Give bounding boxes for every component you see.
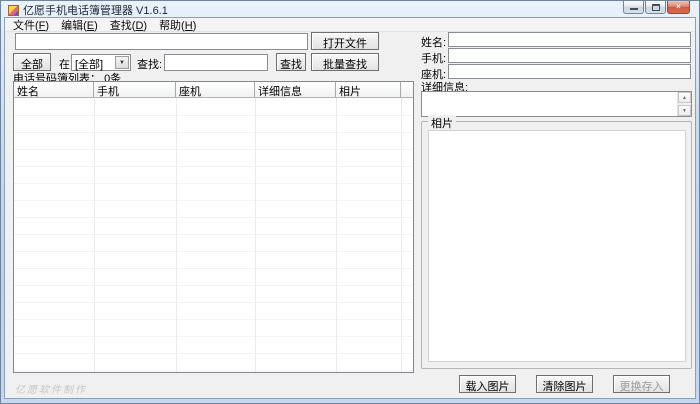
scroll-down-icon[interactable]: ▼: [678, 105, 691, 116]
mobile-label: 手机:: [421, 50, 446, 66]
row-gridline: [14, 217, 413, 218]
table-body[interactable]: [14, 98, 413, 372]
load-image-button[interactable]: 载入图片: [459, 375, 516, 393]
row-gridline: [14, 370, 413, 371]
client-area: 文件(F)编辑(E)查找(D)帮助(H) 打开文件 全部 在 [全部] ▼ 查找…: [4, 17, 696, 399]
find-label: 查找:: [137, 56, 162, 72]
column-gridline: [176, 98, 177, 372]
minimize-icon: [630, 8, 638, 10]
name-input[interactable]: [448, 32, 691, 47]
photo-group-label: 相片: [428, 115, 456, 131]
search-scope-select[interactable]: [全部] ▼: [71, 54, 131, 71]
row-gridline: [14, 200, 413, 201]
table-header-row: 姓名手机座机详细信息相片: [14, 82, 413, 98]
detail-info-box: ▲ ▼: [421, 91, 692, 117]
column-gridline: [94, 98, 95, 372]
column-gridline: [336, 98, 337, 372]
app-icon: [8, 5, 19, 16]
row-gridline: [14, 234, 413, 235]
app-window: 亿愿手机电话簿管理器 V1.6.1 × 文件(F)编辑(E)查找(D)帮助(H)…: [0, 0, 700, 404]
maximize-icon: [652, 4, 660, 11]
watermark-text: 亿愿软件制作: [15, 381, 87, 396]
row-gridline: [14, 166, 413, 167]
column-gridline: [255, 98, 256, 372]
title-bar[interactable]: 亿愿手机电话簿管理器 V1.6.1: [1, 1, 699, 17]
close-icon: ×: [676, 3, 681, 11]
row-gridline: [14, 132, 413, 133]
column-header[interactable]: 相片: [336, 82, 401, 97]
minimize-button[interactable]: [623, 1, 644, 14]
row-gridline: [14, 285, 413, 286]
mobile-input[interactable]: [448, 48, 691, 63]
open-file-button[interactable]: 打开文件: [311, 32, 379, 50]
photo-groupbox: 相片: [421, 121, 692, 369]
find-input[interactable]: [164, 54, 268, 71]
menu-item[interactable]: 编辑(E): [57, 17, 106, 33]
menu-item[interactable]: 文件(F): [9, 17, 57, 33]
chevron-down-icon[interactable]: ▼: [115, 56, 129, 69]
column-header[interactable]: 详细信息: [255, 82, 336, 97]
landline-input[interactable]: [448, 64, 691, 79]
column-header[interactable]: 座机: [176, 82, 255, 97]
row-gridline: [14, 319, 413, 320]
file-path-input[interactable]: [15, 33, 308, 50]
column-header[interactable]: 姓名: [14, 82, 94, 97]
caption-buttons: ×: [623, 1, 690, 14]
row-gridline: [14, 353, 413, 354]
row-gridline: [14, 149, 413, 150]
name-label: 姓名:: [421, 34, 446, 50]
row-gridline: [14, 115, 413, 116]
row-gridline: [14, 251, 413, 252]
row-gridline: [14, 336, 413, 337]
menu-bar: 文件(F)编辑(E)查找(D)帮助(H): [5, 18, 695, 32]
scroll-up-icon[interactable]: ▲: [678, 92, 691, 103]
row-gridline: [14, 183, 413, 184]
menu-item[interactable]: 帮助(H): [155, 17, 204, 33]
photo-preview-area: [428, 130, 686, 362]
menu-item[interactable]: 查找(D): [106, 17, 155, 33]
row-gridline: [14, 268, 413, 269]
close-button[interactable]: ×: [667, 1, 690, 14]
batch-find-button[interactable]: 批量查找: [311, 53, 379, 71]
maximize-button[interactable]: [645, 1, 666, 14]
window-title: 亿愿手机电话簿管理器 V1.6.1: [23, 2, 168, 18]
detail-info-scrollbar[interactable]: ▲ ▼: [677, 92, 691, 116]
phonebook-table[interactable]: 姓名手机座机详细信息相片: [13, 81, 414, 373]
clear-image-button[interactable]: 清除图片: [536, 375, 593, 393]
detail-info-textarea[interactable]: [424, 93, 676, 115]
row-gridline: [14, 302, 413, 303]
replace-save-button: 更换存入: [613, 375, 670, 393]
column-gridline: [401, 98, 402, 372]
find-button[interactable]: 查找: [276, 53, 306, 71]
column-header[interactable]: 手机: [94, 82, 176, 97]
column-header-filler: [401, 82, 413, 97]
show-all-button[interactable]: 全部: [13, 53, 51, 71]
